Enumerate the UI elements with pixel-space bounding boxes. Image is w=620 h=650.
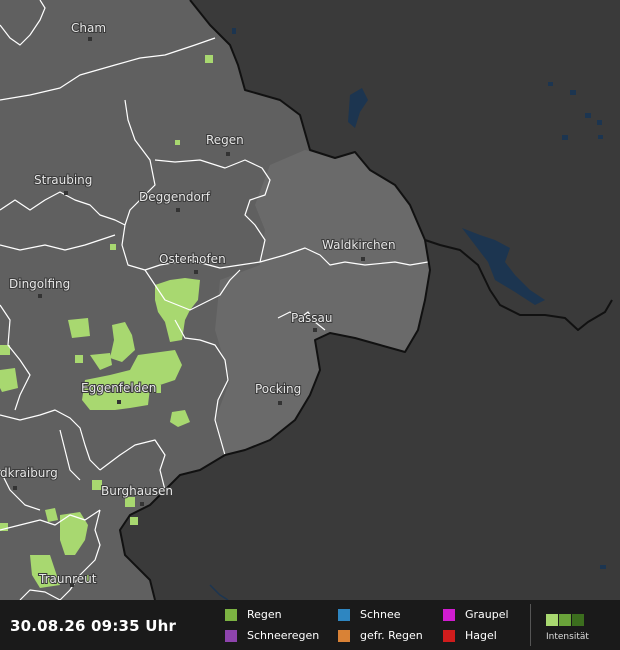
legend-label-graupel: Graupel xyxy=(465,608,509,621)
legend-swatch-hagel xyxy=(443,629,455,642)
intensity-label: Intensität xyxy=(546,632,589,642)
city-label-passau: Passau xyxy=(291,311,333,325)
legend-bar: 30.08.26 09:35 Uhr Regen Schneeregen Sch… xyxy=(0,600,620,650)
city-marker-cham xyxy=(88,37,92,41)
radar-map[interactable]: Cham Regen Straubing Deggendorf Waldkirc… xyxy=(0,0,620,650)
city-marker-osterhofen xyxy=(194,270,198,274)
city-label-waldkirchen: Waldkirchen xyxy=(322,238,396,252)
city-marker-regen xyxy=(226,152,230,156)
legend-swatch-regen xyxy=(225,608,237,621)
legend-swatch-schnee xyxy=(338,608,350,621)
legend-divider xyxy=(530,604,531,646)
legend-swatch-schneeregen xyxy=(225,629,237,642)
city-label-waldkraiburg: dkraiburg xyxy=(0,466,58,480)
city-label-dingolfing: Dingolfing xyxy=(9,277,70,291)
intensity-swatch-mid xyxy=(559,614,571,626)
city-label-deggendorf: Deggendorf xyxy=(139,190,211,204)
city-label-regen: Regen xyxy=(206,133,244,147)
city-marker-waldkirchen xyxy=(361,257,365,261)
legend-item-graupel: Graupel xyxy=(443,608,509,621)
legend-item-gefr-regen: gefr. Regen xyxy=(338,629,423,642)
city-label-traunreut: Traunreut xyxy=(38,572,97,586)
city-label-straubing: Straubing xyxy=(34,173,92,187)
city-marker-deggendorf xyxy=(176,208,180,212)
legend-label-gefr-regen: gefr. Regen xyxy=(360,629,423,642)
city-marker-waldkraiburg xyxy=(13,486,17,490)
city-label-pocking: Pocking xyxy=(255,382,301,396)
city-label-cham: Cham xyxy=(71,21,106,35)
city-label-burghausen: Burghausen xyxy=(101,484,173,498)
legend-label-schneeregen: Schneeregen xyxy=(247,629,320,642)
intensity-swatches xyxy=(546,611,589,630)
city-marker-pocking xyxy=(278,401,282,405)
intensity-scale: Intensität xyxy=(546,611,589,642)
legend-label-schnee: Schnee xyxy=(360,608,401,621)
city-label-osterhofen: Osterhofen xyxy=(159,252,226,266)
intensity-swatch-high xyxy=(572,614,584,626)
legend-swatch-gefr-regen xyxy=(338,629,350,642)
legend-item-schnee: Schnee xyxy=(338,608,401,621)
city-marker-eggenfelden xyxy=(117,400,121,404)
city-marker-passau xyxy=(313,328,317,332)
intensity-swatch-low xyxy=(546,614,558,626)
legend-swatch-graupel xyxy=(443,608,455,621)
legend-item-regen: Regen xyxy=(225,608,282,621)
legend-item-hagel: Hagel xyxy=(443,629,497,642)
radar-timestamp: 30.08.26 09:35 Uhr xyxy=(10,617,177,635)
legend-item-schneeregen: Schneeregen xyxy=(225,629,319,642)
city-marker-burghausen xyxy=(140,502,144,506)
legend-label-regen: Regen xyxy=(247,608,282,621)
legend-label-hagel: Hagel xyxy=(465,629,497,642)
city-label-eggenfelden: Eggenfelden xyxy=(81,381,156,395)
city-marker-dingolfing xyxy=(38,294,42,298)
city-marker-straubing xyxy=(64,191,68,195)
